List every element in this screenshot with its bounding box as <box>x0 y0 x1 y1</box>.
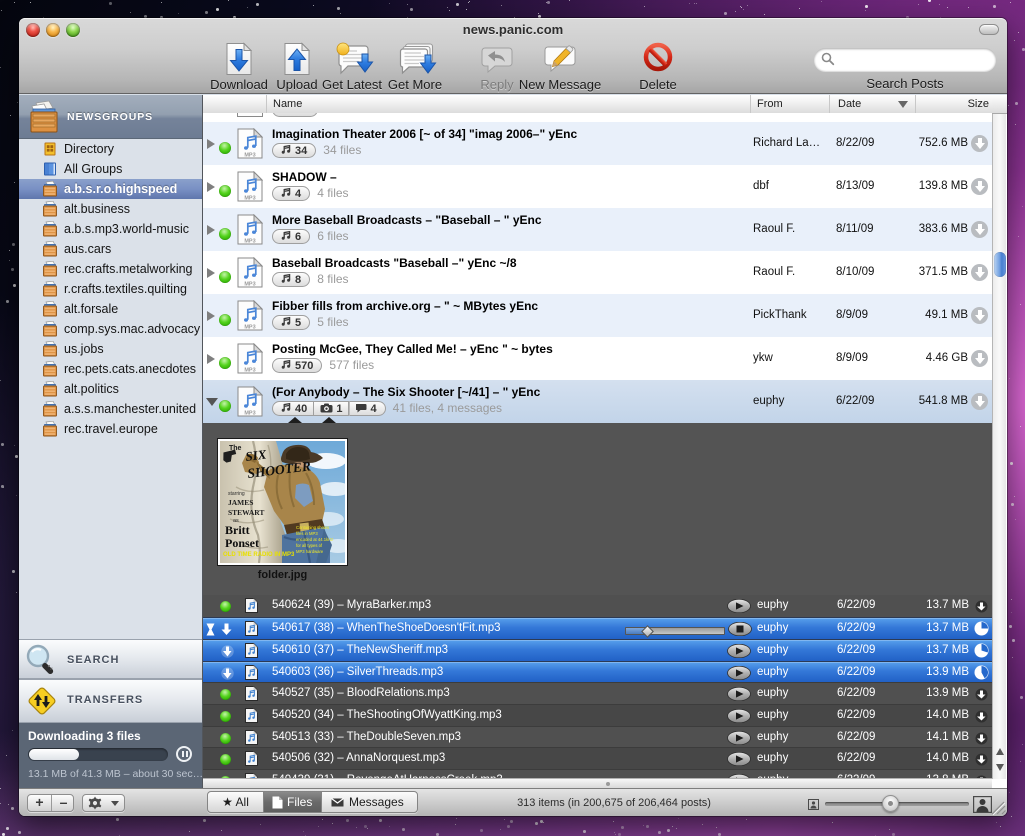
svg-text:MP3: MP3 <box>244 239 255 245</box>
svg-text:MP3 hardware: MP3 hardware <box>296 549 324 554</box>
svg-text:MP3: MP3 <box>244 282 255 288</box>
svg-text:MP3: MP3 <box>244 153 255 159</box>
svg-text:MP3: MP3 <box>244 196 255 202</box>
svg-text:JAMES: JAMES <box>228 498 253 507</box>
svg-text:MP3: MP3 <box>244 325 255 331</box>
svg-text:encoded at 44.1kHz: encoded at 44.1kHz <box>296 537 333 542</box>
svg-text:MP3: MP3 <box>244 368 255 374</box>
svg-text:for all types of: for all types of <box>296 543 323 548</box>
svg-text:The: The <box>229 445 242 452</box>
svg-text:Ponset: Ponset <box>225 536 259 550</box>
svg-text:STEWART: STEWART <box>228 508 264 517</box>
svg-text:files in MP3: files in MP3 <box>296 531 318 536</box>
svg-text:Containing shows: Containing shows <box>296 525 329 530</box>
svg-text:OLD TIME RADIO IN MP3: OLD TIME RADIO IN MP3 <box>223 552 295 558</box>
svg-text:MP3: MP3 <box>244 411 255 417</box>
svg-text:Britt: Britt <box>225 523 250 537</box>
svg-text:SIX: SIX <box>245 446 268 463</box>
svg-text:starring: starring <box>228 491 245 497</box>
